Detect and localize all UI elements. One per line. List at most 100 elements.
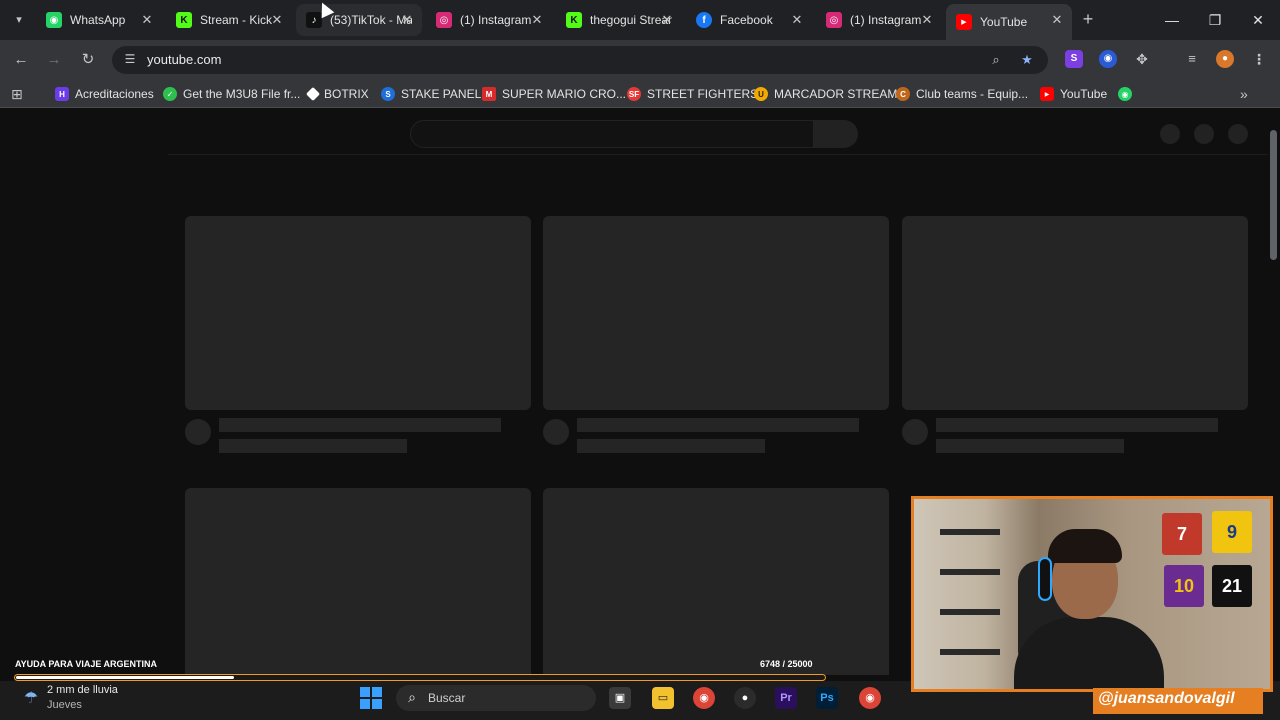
back-button[interactable]: ←	[11, 50, 31, 70]
obs-icon[interactable]: ●	[734, 687, 756, 709]
task-view-icon[interactable]: ▣	[609, 687, 631, 709]
tab-youtube[interactable]: ▶ YouTube ✕	[946, 4, 1072, 40]
premiere-icon[interactable]: Pr	[775, 687, 797, 709]
tab-search-button[interactable]: ▾	[8, 8, 30, 30]
shelf	[940, 569, 1000, 575]
chrome-icon[interactable]: ◉	[859, 687, 881, 709]
tab-thegogui-stream[interactable]: K thegogui Stream ✕	[556, 4, 682, 36]
video-thumbnail-skeleton	[902, 216, 1248, 410]
search-button-skeleton	[814, 120, 858, 148]
file-explorer-icon[interactable]: ▭	[652, 687, 674, 709]
forward-button[interactable]: →	[44, 50, 64, 70]
video-thumbnail-skeleton	[543, 488, 889, 675]
bookmark-acreditaciones[interactable]: H Acreditaciones	[55, 85, 154, 103]
profile-avatar[interactable]: ●	[1216, 50, 1234, 68]
taskbar-search-placeholder[interactable]: Buscar	[428, 691, 465, 705]
tab-instagram-2[interactable]: ◎ (1) Instagram ✕	[816, 4, 942, 36]
bookmark-marcador-stream[interactable]: U MARCADOR STREAM	[754, 85, 897, 103]
search-placeholder-skeleton	[410, 120, 814, 148]
close-icon[interactable]: ✕	[790, 13, 804, 27]
jersey: 9	[1212, 511, 1252, 553]
close-window-button[interactable]: ✕	[1248, 10, 1268, 30]
goal-count: 6748 / 25000	[760, 659, 813, 669]
bookmark-stake-panel[interactable]: S STAKE PANEL	[381, 85, 481, 103]
bookmark-label: Get the M3U8 File fr...	[183, 87, 301, 101]
address-bar[interactable]	[112, 46, 1048, 74]
windows-start-icon[interactable]	[360, 687, 382, 709]
weather-day[interactable]: Jueves	[47, 699, 82, 711]
shelf	[940, 649, 1000, 655]
meta-line-skeleton	[936, 439, 1124, 453]
bookmark-club-teams[interactable]: C Club teams - Equip...	[896, 85, 1028, 103]
kick-icon: K	[566, 12, 582, 28]
tab-kick-stream[interactable]: K Stream - Kick ✕	[166, 4, 292, 36]
close-icon[interactable]: ✕	[1050, 13, 1064, 27]
extensions-puzzle-icon[interactable]: ✥	[1133, 50, 1151, 68]
close-icon[interactable]: ✕	[140, 13, 154, 27]
bookmark-star-icon[interactable]: ★	[1018, 51, 1036, 69]
menu-kebab-icon[interactable]: ⋮	[1250, 50, 1268, 68]
close-icon[interactable]: ✕	[270, 13, 284, 27]
media-control-icon[interactable]: ≡	[1183, 50, 1201, 68]
person-hair	[1048, 529, 1122, 563]
tab-instagram[interactable]: ◎ (1) Instagram ✕	[426, 4, 552, 36]
minimize-button[interactable]: —	[1162, 10, 1182, 30]
title-line-skeleton	[219, 418, 501, 432]
extension-s-icon[interactable]: S	[1065, 50, 1083, 68]
bookmark-super-mario[interactable]: M SUPER MARIO CRO...	[482, 85, 626, 103]
weather-text[interactable]: 2 mm de lluvia	[47, 684, 118, 696]
url-text[interactable]: youtube.com	[147, 52, 221, 67]
marcador-icon: U	[754, 87, 768, 101]
extension-blue-icon[interactable]: ◉	[1099, 50, 1117, 68]
close-icon[interactable]: ✕	[660, 13, 674, 27]
bookmark-label: SUPER MARIO CRO...	[502, 87, 627, 101]
header-icon-skeleton	[1160, 124, 1180, 144]
stake-icon: S	[381, 87, 395, 101]
new-tab-button[interactable]: +	[1078, 9, 1098, 29]
apps-grid-icon[interactable]: ⊞	[11, 85, 23, 103]
rain-cloud-icon[interactable]: ☂	[20, 688, 42, 710]
taskbar-search-box[interactable]	[396, 685, 596, 711]
tab-facebook[interactable]: f Facebook ✕	[686, 4, 812, 36]
meta-line-skeleton	[219, 439, 407, 453]
avatar-skeleton	[1228, 124, 1248, 144]
video-thumbnail-skeleton	[185, 488, 531, 675]
search-icon: ⌕	[408, 689, 416, 705]
site-info-icon[interactable]: ☰	[122, 51, 138, 67]
goal-title: AYUDA PARA VIAJE ARGENTINA	[15, 659, 158, 669]
bookmark-label: Club teams - Equip...	[916, 87, 1029, 101]
youtube-icon: ▶	[1040, 87, 1054, 101]
instagram-icon: ◎	[436, 12, 452, 28]
kick-icon: K	[176, 12, 192, 28]
channel-avatar-skeleton	[543, 419, 569, 445]
close-icon[interactable]: ✕	[530, 13, 544, 27]
bookmark-whatsapp[interactable]: ◉	[1118, 85, 1138, 103]
facebook-icon: f	[696, 12, 712, 28]
video-thumbnail-skeleton	[185, 216, 531, 410]
bookmark-botrix[interactable]: BOTRIX	[305, 85, 369, 103]
close-icon[interactable]: ✕	[400, 13, 414, 27]
bookmark-m3u8[interactable]: ✓ Get the M3U8 File fr...	[163, 85, 300, 103]
bookmarks-overflow-icon[interactable]: »	[1240, 85, 1248, 103]
shelf	[940, 529, 1000, 535]
bookmark-icon: H	[55, 87, 69, 101]
title-line-skeleton	[936, 418, 1218, 432]
bookmark-label: STAKE PANEL	[401, 87, 482, 101]
zoom-search-icon[interactable]: ⌕	[987, 51, 1005, 69]
chrome-icon[interactable]: ◉	[693, 687, 715, 709]
bookmark-youtube[interactable]: ▶ YouTube	[1040, 85, 1107, 103]
scrollbar-thumb[interactable]	[1270, 130, 1277, 260]
tab-whatsapp[interactable]: ◉ WhatsApp ✕	[36, 4, 162, 36]
bookmark-street-fighters[interactable]: SF STREET FIGHTERS	[627, 85, 758, 103]
street-fighter-icon: SF	[627, 87, 641, 101]
reload-button[interactable]: ↻	[78, 50, 98, 70]
channel-avatar-skeleton	[902, 419, 928, 445]
video-thumbnail-skeleton	[543, 216, 889, 410]
chip-bar-divider	[168, 154, 1268, 155]
photoshop-icon[interactable]: Ps	[816, 687, 838, 709]
youtube-icon: ▶	[956, 14, 972, 30]
close-icon[interactable]: ✕	[920, 13, 934, 27]
tab-tiktok[interactable]: ♪ (53)TikTok - Make Your Day ✕	[296, 4, 422, 36]
channel-avatar-skeleton	[185, 419, 211, 445]
restore-button[interactable]: ❐	[1205, 10, 1225, 30]
